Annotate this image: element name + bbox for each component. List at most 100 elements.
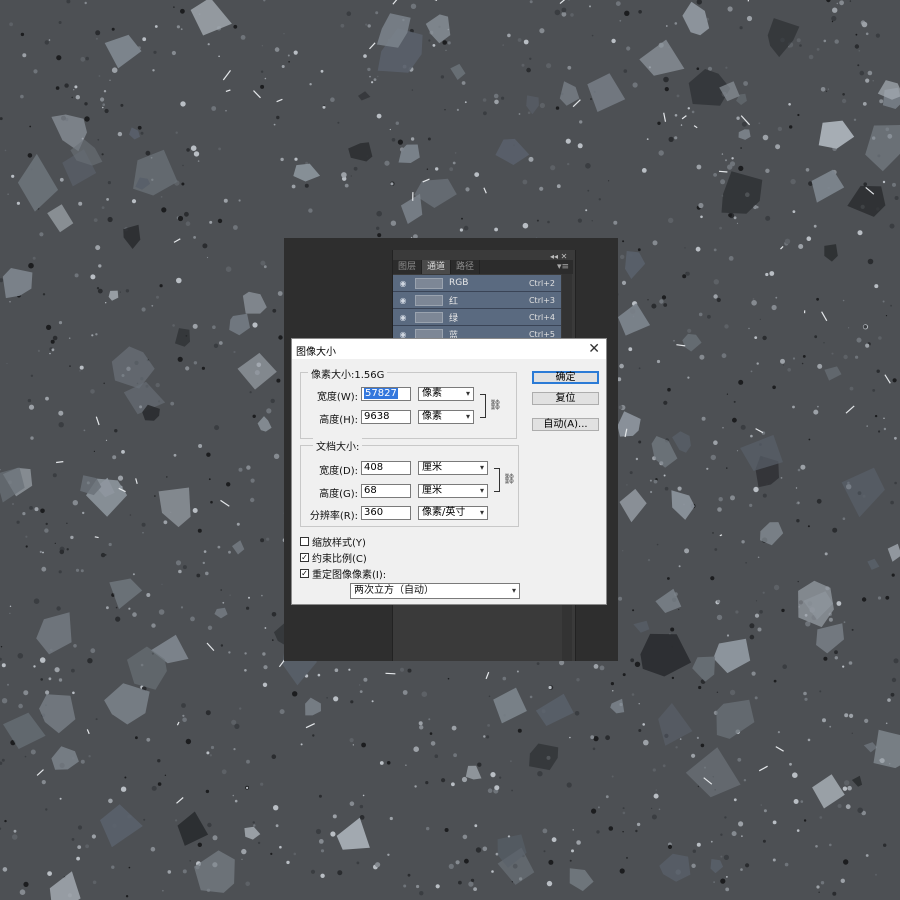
terrazzo-speckle: [569, 736, 571, 739]
eye-icon[interactable]: ◉: [397, 279, 409, 288]
terrazzo-speckle: [808, 438, 811, 441]
terrazzo-speckle: [377, 233, 382, 238]
terrazzo-speckle: [103, 90, 107, 93]
terrazzo-speckle: [91, 334, 94, 337]
terrazzo-speckle: [292, 691, 298, 697]
terrazzo-speckle: [521, 63, 525, 67]
pixel-width-input[interactable]: 57827: [361, 387, 411, 401]
terrazzo-speckle: [750, 434, 753, 438]
auto-button[interactable]: 自动(A)...: [532, 418, 599, 431]
marble-vein: [173, 238, 181, 243]
terrazzo-speckle: [208, 478, 211, 481]
channel-row-green[interactable]: ◉ 绿 Ctrl+4: [393, 309, 561, 326]
terrazzo-speckle: [775, 296, 778, 299]
resolution-label: 分辨率(R):: [309, 511, 358, 522]
scale-styles-checkbox[interactable]: [300, 537, 309, 546]
terrazzo-speckle: [874, 414, 878, 418]
terrazzo-speckle: [728, 213, 732, 218]
channel-row-rgb[interactable]: ◉ RGB Ctrl+2: [393, 275, 561, 292]
terrazzo-speckle: [32, 256, 36, 260]
terrazzo-speckle: [486, 735, 490, 739]
terrazzo-speckle: [712, 532, 714, 534]
terrazzo-speckle: [608, 826, 614, 831]
tab-layers[interactable]: 图层: [393, 260, 423, 274]
terrazzo-speckle: [864, 718, 869, 724]
channel-row-red[interactable]: ◉ 红 Ctrl+3: [393, 292, 561, 309]
eye-icon[interactable]: ◉: [397, 313, 409, 322]
tab-channels[interactable]: 通道: [422, 260, 452, 274]
terrazzo-speckle: [543, 850, 546, 853]
terrazzo-speckle: [80, 569, 84, 573]
terrazzo-speckle: [337, 121, 340, 124]
pixel-height-input[interactable]: 9638: [361, 410, 411, 424]
terrazzo-speckle: [185, 738, 192, 745]
terrazzo-speckle: [865, 343, 870, 348]
terrazzo-speckle: [102, 103, 105, 106]
terrazzo-speckle: [59, 177, 64, 182]
pixel-height-unit-select[interactable]: 像素 ▾: [418, 410, 474, 424]
constrain-proportions-label: 约束比例(C): [312, 554, 367, 565]
tab-paths[interactable]: 路径: [451, 260, 481, 274]
terrazzo-speckle: [696, 842, 701, 847]
doc-height-unit-select[interactable]: 厘米 ▾: [418, 484, 488, 498]
marble-vein: [483, 187, 487, 194]
terrazzo-speckle: [39, 657, 46, 663]
terrazzo-speckle: [389, 816, 393, 821]
terrazzo-speckle: [699, 354, 705, 360]
terrazzo-speckle: [784, 862, 789, 867]
reset-button[interactable]: 复位: [532, 392, 599, 405]
terrazzo-speckle: [18, 703, 23, 709]
terrazzo-speckle: [741, 835, 743, 838]
terrazzo-speckle: [85, 844, 89, 849]
eye-icon[interactable]: ◉: [397, 296, 409, 305]
dialog-titlebar[interactable]: 图像大小 ✕: [292, 339, 606, 359]
close-icon[interactable]: ✕: [588, 340, 600, 358]
terrazzo-speckle: [814, 335, 818, 339]
terrazzo-chip: [237, 352, 277, 390]
terrazzo-speckle: [1, 758, 5, 762]
terrazzo-speckle: [4, 819, 7, 823]
terrazzo-speckle: [696, 164, 702, 170]
panel-menu-icon[interactable]: ▾≡: [557, 260, 573, 274]
terrazzo-speckle: [4, 149, 7, 152]
scale-styles-option[interactable]: 缩放样式(Y): [300, 534, 366, 549]
terrazzo-speckle: [546, 63, 552, 69]
terrazzo-speckle: [66, 548, 69, 551]
terrazzo-speckle: [579, 120, 583, 124]
resolution-input[interactable]: 360: [361, 506, 411, 520]
ok-button[interactable]: 确定: [532, 371, 599, 384]
terrazzo-speckle: [730, 495, 735, 501]
resample-method-select[interactable]: 两次立方（自动） ▾: [350, 583, 520, 599]
terrazzo-speckle: [12, 503, 14, 505]
doc-height-input[interactable]: 68: [361, 484, 411, 498]
terrazzo-speckle: [459, 228, 463, 232]
terrazzo-speckle: [613, 220, 618, 225]
constrain-proportions-option[interactable]: ✓ 约束比例(C): [300, 550, 367, 565]
terrazzo-speckle: [42, 293, 46, 296]
terrazzo-speckle: [205, 710, 211, 716]
terrazzo-speckle: [281, 65, 285, 68]
terrazzo-speckle: [234, 799, 238, 803]
terrazzo-speckle: [128, 866, 131, 869]
resample-option[interactable]: ✓ 重定图像像素(I):: [300, 566, 386, 581]
terrazzo-chip: [640, 633, 692, 677]
constrain-proportions-checkbox[interactable]: ✓: [300, 553, 309, 562]
terrazzo-speckle: [119, 291, 121, 293]
terrazzo-speckle: [572, 829, 574, 831]
resolution-unit-select[interactable]: 像素/英寸 ▾: [418, 506, 488, 520]
pixel-width-unit-select[interactable]: 像素 ▾: [418, 387, 474, 401]
terrazzo-speckle: [638, 367, 641, 370]
terrazzo-speckle: [205, 571, 209, 576]
resample-checkbox[interactable]: ✓: [300, 569, 309, 578]
doc-width-unit-select[interactable]: 厘米 ▾: [418, 461, 488, 475]
terrazzo-speckle: [605, 795, 609, 799]
terrazzo-speckle: [592, 747, 596, 751]
terrazzo-speckle: [713, 279, 719, 285]
terrazzo-speckle: [411, 89, 414, 91]
terrazzo-speckle: [246, 786, 249, 790]
terrazzo-speckle: [818, 891, 820, 893]
doc-width-input[interactable]: 408: [361, 461, 411, 475]
terrazzo-speckle: [320, 849, 325, 853]
terrazzo-speckle: [461, 217, 463, 220]
terrazzo-speckle: [379, 761, 384, 765]
